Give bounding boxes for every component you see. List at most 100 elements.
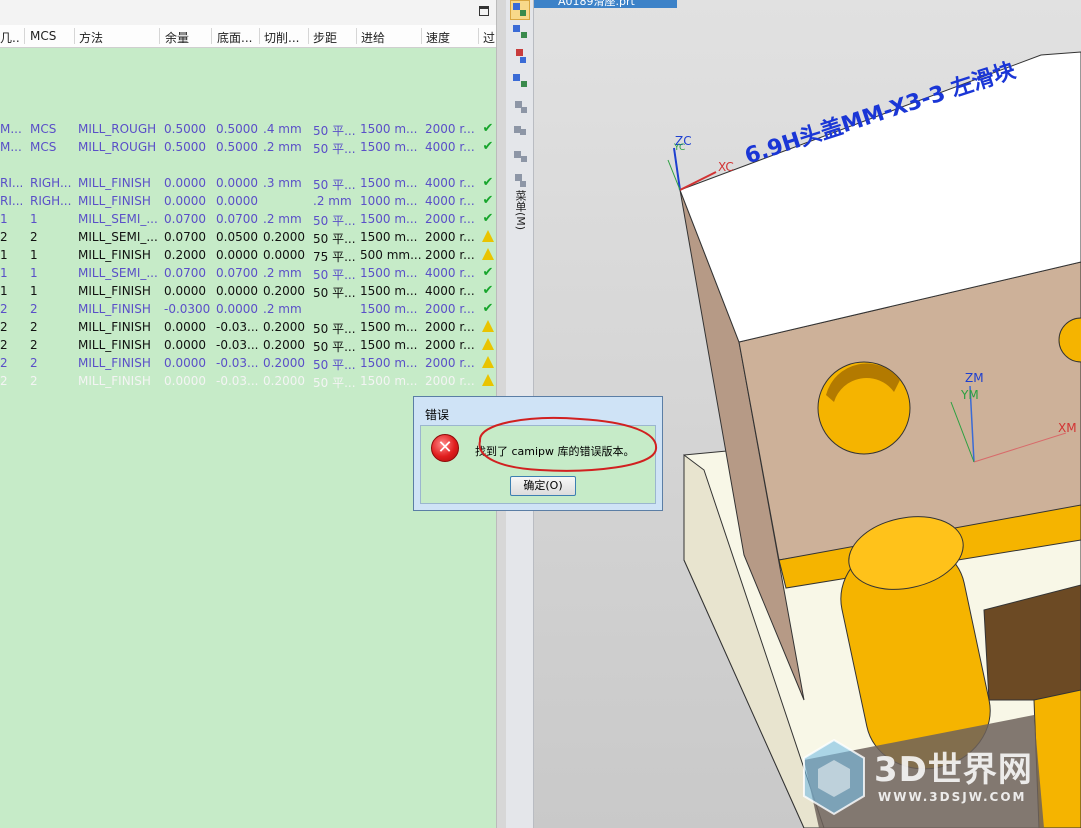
column-header[interactable]: 切削... (264, 29, 304, 46)
geometry-view-icon[interactable] (512, 48, 528, 64)
operation-cell: 1500 m... (360, 284, 418, 298)
status-ok-icon: ✔ (482, 301, 494, 316)
column-header[interactable]: 步距 (313, 29, 353, 46)
xm-axis-label: XM (1058, 421, 1077, 435)
xc-axis-label: XC (718, 160, 734, 174)
operation-cell: M... (0, 140, 22, 154)
red-highlight-circle (478, 416, 658, 472)
operation-row[interactable]: M... MCS MILL_ROUGH 0.5000 0.5000 .4 mm 50 平..… (0, 120, 496, 138)
operation-cell: MCS (30, 140, 57, 154)
operation-cell: RIGH... (30, 194, 72, 208)
status-ok-icon: ✔ (482, 175, 494, 190)
operation-cell: RI... (0, 194, 22, 208)
column-header[interactable]: 进给 (361, 29, 419, 46)
operation-cell: MILL_ROUGH (78, 140, 157, 154)
navigator-column-header: 几.. MCS 方法 余量 底面... 切削... 步距 进给 速度 过 (0, 25, 496, 48)
operation-cell: .2 mm (263, 266, 302, 280)
operation-cell: 2 (30, 338, 38, 352)
watermark-logo-icon (803, 738, 865, 816)
column-header[interactable]: 方法 (79, 29, 159, 46)
operation-cell: 1500 m... (360, 230, 418, 244)
operation-cell: .4 mm (263, 122, 302, 136)
menu-vertical-label[interactable]: 菜单(M) (510, 190, 528, 230)
operation-row[interactable]: 1 1 MILL_SEMI_... 0.0700 0.0700 .2 mm 50 平... 1… (0, 264, 496, 282)
operation-cell: RIGH... (30, 176, 72, 190)
column-header[interactable]: MCS (30, 29, 74, 43)
operation-cell: 0.2000 (263, 284, 305, 298)
operation-row[interactable]: 2 2 MILL_FINISH 0.0000 -0.03... 0.2000 50 平...… (0, 318, 496, 336)
operation-cell: 2 (0, 356, 8, 370)
operation-cell: 0.0700 (216, 212, 258, 226)
operation-cell: 1500 m... (360, 122, 418, 136)
operation-row[interactable]: 1 1 MILL_FINISH 0.2000 0.0000 0.0000 75 平... 50… (0, 246, 496, 264)
operation-cell: MILL_FINISH (78, 374, 151, 388)
column-header[interactable]: 余量 (165, 29, 209, 46)
operation-cell: 2 (0, 338, 8, 352)
operation-cell: 2 (0, 302, 8, 316)
operation-cell: 50 平... (313, 232, 356, 246)
operation-cell: 50 平... (313, 322, 356, 336)
operation-cell: 2000 r... (425, 356, 475, 370)
operation-row[interactable]: 1 1 MILL_SEMI_... 0.0700 0.0700 .2 mm 50 平... 1… (0, 210, 496, 228)
operation-cell: 2 (30, 302, 38, 316)
column-header[interactable]: 过 (483, 29, 495, 46)
operation-navigator-icon[interactable] (510, 0, 530, 20)
operation-row[interactable]: RI... RIGH... MILL_FINISH 0.0000 0.0000 .3 mm… (0, 174, 496, 192)
operation-cell: M... (0, 122, 22, 136)
maximize-icon[interactable] (479, 6, 489, 16)
history-icon[interactable] (512, 122, 528, 138)
operation-cell: 2000 r... (425, 230, 475, 244)
document-tab[interactable]: A0189滑座.prt (534, 0, 677, 8)
operation-cell: 50 平... (313, 358, 356, 372)
column-header[interactable]: 几.. (0, 29, 22, 46)
operation-cell: 0.2000 (164, 248, 206, 262)
reuse-library-icon[interactable] (512, 148, 528, 164)
operation-cell: 0.0000 (216, 302, 258, 316)
operation-row[interactable]: 2 2 MILL_FINISH 0.0000 -0.03... 0.2000 50 平...… (0, 372, 496, 390)
operation-cell: 50 平... (313, 214, 356, 228)
operation-row[interactable]: 1 1 MILL_FINISH 0.0000 0.0000 0.2000 50 平... 15… (0, 282, 496, 300)
dialog-title: 错误 (425, 408, 450, 422)
operation-cell: 2 (30, 374, 38, 388)
operation-row[interactable]: RI... RIGH... MILL_FINISH 0.0000 0.0000 .2 mm… (0, 192, 496, 210)
status-ok-icon: ✔ (482, 211, 494, 226)
operation-cell: MILL_FINISH (78, 320, 151, 334)
operation-row[interactable]: 2 2 MILL_FINISH 0.0000 -0.03... 0.2000 50 平...… (0, 336, 496, 354)
operation-cell: 2 (30, 320, 38, 334)
operation-cell: 1 (0, 212, 8, 226)
roles-icon[interactable] (512, 172, 528, 188)
operation-cell: 0.2000 (263, 356, 305, 370)
operation-cell: -0.03... (216, 356, 259, 370)
ok-button[interactable]: 确定(O) (510, 476, 576, 496)
operation-cell: 2 (30, 230, 38, 244)
operation-cell: 1 (0, 266, 8, 280)
method-view-icon[interactable] (512, 72, 528, 88)
operation-cell: 0.2000 (263, 230, 305, 244)
column-header[interactable]: 底面... (217, 29, 257, 46)
operation-cell: 50 平... (313, 340, 356, 354)
operation-cell: 2000 r... (425, 320, 475, 334)
operation-cell: 1500 m... (360, 140, 418, 154)
operation-row[interactable]: 2 2 MILL_FINISH -0.0300 0.0000 .2 mm 1500 m...… (0, 300, 496, 318)
operation-cell: 0.2000 (263, 338, 305, 352)
operation-cell: 0.0000 (216, 176, 258, 190)
machine-tool-icon[interactable] (512, 24, 528, 40)
operation-cell: 1 (0, 284, 8, 298)
operation-cell: -0.03... (216, 320, 259, 334)
column-header[interactable]: 速度 (426, 29, 478, 46)
operation-cell: MILL_SEMI_... (78, 212, 158, 226)
operation-cell: 50 平... (313, 376, 356, 390)
operation-cell: 2000 r... (425, 338, 475, 352)
operation-row[interactable]: M... MCS MILL_ROUGH 0.5000 0.5000 .2 mm 50 平..… (0, 138, 496, 156)
status-warning-icon (482, 230, 494, 242)
operation-cell: 50 平... (313, 142, 356, 156)
operation-row[interactable]: 2 2 MILL_SEMI_... 0.0700 0.0500 0.2000 50 平...… (0, 228, 496, 246)
status-ok-icon: ✔ (482, 193, 494, 208)
operation-row[interactable]: 2 2 MILL_FINISH 0.0000 -0.03... 0.2000 50 平...… (0, 354, 496, 372)
operation-cell: 0.0700 (164, 266, 206, 280)
part-navigator-icon[interactable] (512, 98, 528, 114)
operation-cell: 0.0000 (164, 356, 206, 370)
operation-cell: 0.0000 (164, 374, 206, 388)
watermark-brand: 3D世界网 (874, 750, 1033, 790)
operation-cell: -0.0300 (164, 302, 210, 316)
